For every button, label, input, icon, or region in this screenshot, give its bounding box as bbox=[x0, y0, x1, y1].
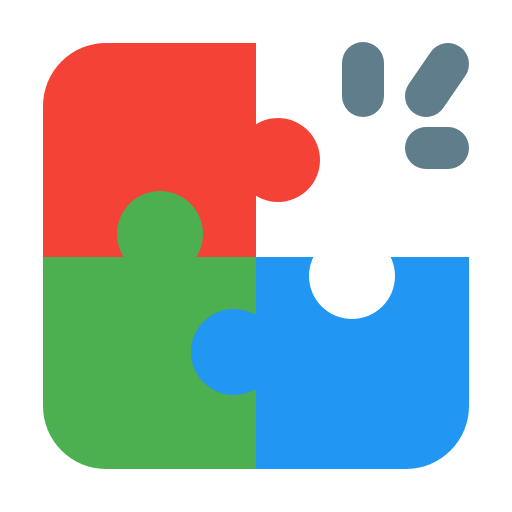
puzzle-icon-graphic bbox=[43, 42, 469, 469]
puzzle-icon bbox=[0, 0, 512, 512]
sparkle-lines-icon bbox=[342, 42, 469, 169]
missing-piece-slot bbox=[309, 233, 395, 319]
